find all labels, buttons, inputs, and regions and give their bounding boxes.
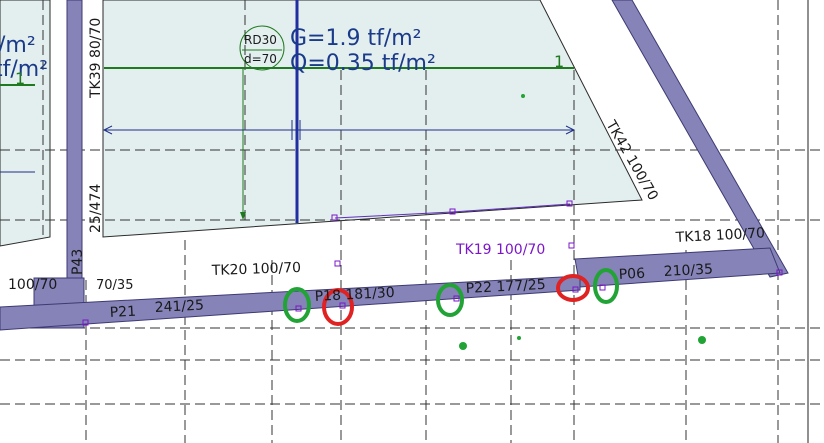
beam-tk39[interactable] bbox=[66, 0, 83, 279]
drawing-canvas[interactable]: RD30 d=70 G=1.9 tf/m² Q=0.35 tf/m² 1 /m²… bbox=[0, 0, 824, 443]
label-load-number: 1 bbox=[554, 52, 564, 71]
cad-viewport[interactable]: RD30 d=70 G=1.9 tf/m² Q=0.35 tf/m² 1 /m²… bbox=[0, 0, 824, 443]
label-tk20: TK20 100/70 bbox=[211, 260, 302, 279]
label-p22: P22 177/25 bbox=[465, 277, 546, 297]
label-p43-size: 25/474 bbox=[88, 184, 104, 233]
label-tk19: TK19 100/70 bbox=[455, 242, 545, 258]
label-tk39: TK39 80/70 bbox=[88, 18, 104, 99]
dot-marker-icon[interactable] bbox=[698, 336, 706, 344]
label-d70: d=70 bbox=[244, 52, 277, 66]
label-beam-70-35: 70/35 bbox=[96, 278, 133, 293]
label-p06: P06 bbox=[618, 266, 645, 283]
column-marker-icon[interactable] bbox=[334, 260, 341, 267]
label-left-tfm2-1: /m² bbox=[0, 33, 36, 58]
label-p21-size: 241/25 bbox=[154, 297, 204, 316]
label-load-g: G=1.9 tf/m² bbox=[290, 26, 422, 51]
dot-marker-icon[interactable] bbox=[521, 94, 525, 98]
dot-marker-icon[interactable] bbox=[517, 336, 521, 340]
label-rd30: RD30 bbox=[244, 33, 277, 47]
column-marker-icon[interactable] bbox=[568, 242, 575, 249]
label-p21: P21 bbox=[109, 304, 136, 321]
label-load-q: Q=0.35 tf/m² bbox=[290, 51, 436, 76]
dot-marker-icon[interactable] bbox=[459, 342, 467, 350]
label-p43: P43 bbox=[70, 249, 86, 275]
label-left-one: 1 bbox=[15, 69, 25, 88]
label-p06-size: 210/35 bbox=[663, 261, 713, 280]
label-beam-100-70: 100/70 bbox=[8, 277, 57, 293]
